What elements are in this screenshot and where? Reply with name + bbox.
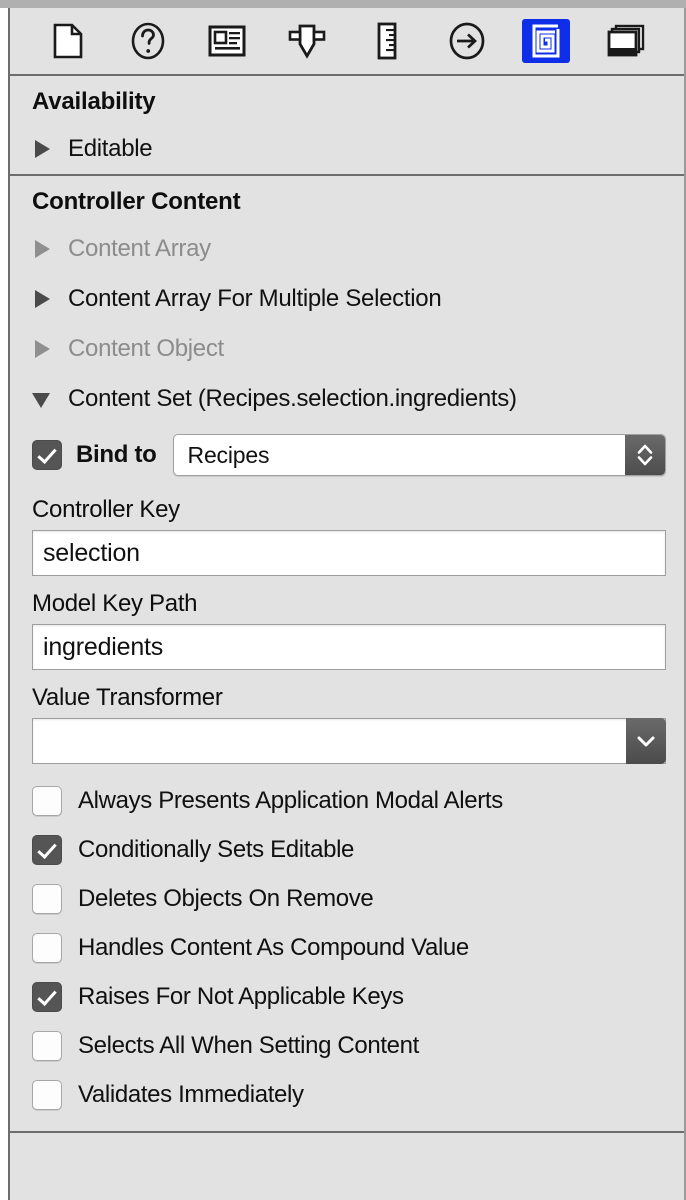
option-validates-immediately[interactable]: Validates Immediately — [32, 1070, 684, 1119]
question-circle-icon — [131, 22, 165, 60]
option-checkbox[interactable] — [32, 981, 62, 1012]
option-label: Handles Content As Compound Value — [78, 933, 469, 961]
controller-key-group: Controller Key selection — [10, 488, 684, 582]
value-transformer-combobox[interactable] — [32, 718, 666, 764]
next-section-partial — [10, 1133, 684, 1147]
option-label: Deletes Objects On Remove — [78, 884, 374, 912]
disclosure-triangle-collapsed-icon[interactable] — [32, 238, 54, 260]
bind-to-popup-value: Recipes — [187, 441, 270, 468]
up-down-chevrons-icon — [625, 435, 665, 475]
option-label: Validates Immediately — [78, 1080, 304, 1108]
window-left-gutter — [0, 8, 8, 1200]
controller-content-section: Controller Content Content Array Content… — [10, 176, 684, 1133]
disclosure-triangle-expanded-icon[interactable] — [32, 388, 54, 410]
option-label: Selects All When Setting Content — [78, 1031, 419, 1059]
binding-row-content-array[interactable]: Content Array — [10, 224, 684, 274]
option-checkbox[interactable] — [32, 883, 62, 914]
controller-key-label: Controller Key — [32, 496, 180, 523]
identity-inspector-button[interactable] — [203, 19, 251, 63]
option-label: Raises For Not Applicable Keys — [78, 982, 404, 1010]
controller-key-value: selection — [43, 538, 140, 567]
availability-section-header: Availability — [32, 88, 156, 115]
chevron-down-icon[interactable] — [626, 718, 666, 764]
option-raises-for-not-applicable-keys[interactable]: Raises For Not Applicable Keys — [32, 972, 684, 1021]
binding-row-label: Content Set (Recipes.selection.ingredien… — [68, 385, 517, 412]
bindings-inspector-button[interactable] — [522, 19, 571, 63]
option-checkbox[interactable] — [32, 1030, 62, 1061]
bind-to-popup-button[interactable]: Recipes — [172, 434, 666, 476]
option-deletes-objects-on-remove[interactable]: Deletes Objects On Remove — [32, 874, 684, 923]
connections-inspector-button[interactable] — [443, 19, 491, 63]
option-checkbox[interactable] — [32, 834, 62, 865]
inspector-selector-toolbar — [10, 8, 684, 76]
option-checkbox[interactable] — [32, 785, 62, 816]
model-key-path-value: ingredients — [43, 632, 164, 661]
model-key-path-group: Model Key Path ingredients — [10, 582, 684, 676]
model-key-path-label: Model Key Path — [32, 590, 198, 617]
availability-row-label: Editable — [68, 135, 153, 162]
binding-row-label: Content Array — [68, 235, 211, 262]
controller-key-input[interactable]: selection — [32, 530, 666, 576]
down-arrow-slider-icon — [287, 22, 327, 60]
disclosure-triangle-collapsed-icon[interactable] — [32, 338, 54, 360]
controller-options-list: Always Presents Application Modal Alerts… — [10, 770, 684, 1131]
option-selects-all-when-setting-content[interactable]: Selects All When Setting Content — [32, 1021, 684, 1070]
availability-section: Availability Editable — [10, 76, 684, 176]
document-icon — [53, 23, 83, 59]
model-key-path-input[interactable]: ingredients — [32, 624, 666, 670]
binding-row-label: Content Object — [68, 335, 224, 362]
quick-help-inspector-button[interactable] — [124, 19, 172, 63]
option-label: Always Presents Application Modal Alerts — [78, 786, 503, 814]
controller-content-section-header: Controller Content — [32, 188, 241, 215]
inspector-window: Availability Editable Controller Content… — [0, 0, 686, 1200]
option-always-presents-application-modal-alerts[interactable]: Always Presents Application Modal Alerts — [32, 776, 684, 825]
bind-to-checkbox[interactable] — [32, 440, 62, 470]
spiral-icon — [531, 24, 561, 58]
bindings-inspector-panel: Availability Editable Controller Content… — [8, 8, 684, 1200]
option-checkbox[interactable] — [32, 932, 62, 963]
id-card-icon — [208, 25, 246, 57]
option-handles-content-as-compound-value[interactable]: Handles Content As Compound Value — [32, 923, 684, 972]
attributes-inspector-button[interactable] — [283, 19, 331, 63]
availability-row-editable[interactable]: Editable — [10, 124, 684, 174]
size-inspector-button[interactable] — [363, 19, 411, 63]
binding-row-label: Content Array For Multiple Selection — [68, 285, 442, 312]
value-transformer-label: Value Transformer — [32, 684, 223, 711]
binding-row-content-object[interactable]: Content Object — [10, 324, 684, 374]
window-titlebar-strip — [0, 0, 686, 8]
disclosure-triangle-collapsed-icon[interactable] — [32, 288, 54, 310]
file-inspector-button[interactable] — [44, 19, 92, 63]
binding-row-content-set[interactable]: Content Set (Recipes.selection.ingredien… — [10, 374, 684, 424]
disclosure-triangle-collapsed-icon[interactable] — [32, 138, 54, 160]
value-transformer-group: Value Transformer — [10, 676, 684, 770]
option-conditionally-sets-editable[interactable]: Conditionally Sets Editable — [32, 825, 684, 874]
layered-window-icon — [607, 24, 645, 58]
option-label: Conditionally Sets Editable — [78, 835, 355, 863]
view-effects-inspector-button[interactable] — [602, 19, 650, 63]
option-checkbox[interactable] — [32, 1079, 62, 1110]
arrow-circle-right-icon — [449, 22, 485, 60]
bind-to-row: Bind to Recipes — [10, 424, 684, 488]
bind-to-label: Bind to — [76, 441, 157, 468]
binding-row-content-array-multiple-selection[interactable]: Content Array For Multiple Selection — [10, 274, 684, 324]
ruler-icon — [376, 22, 398, 60]
